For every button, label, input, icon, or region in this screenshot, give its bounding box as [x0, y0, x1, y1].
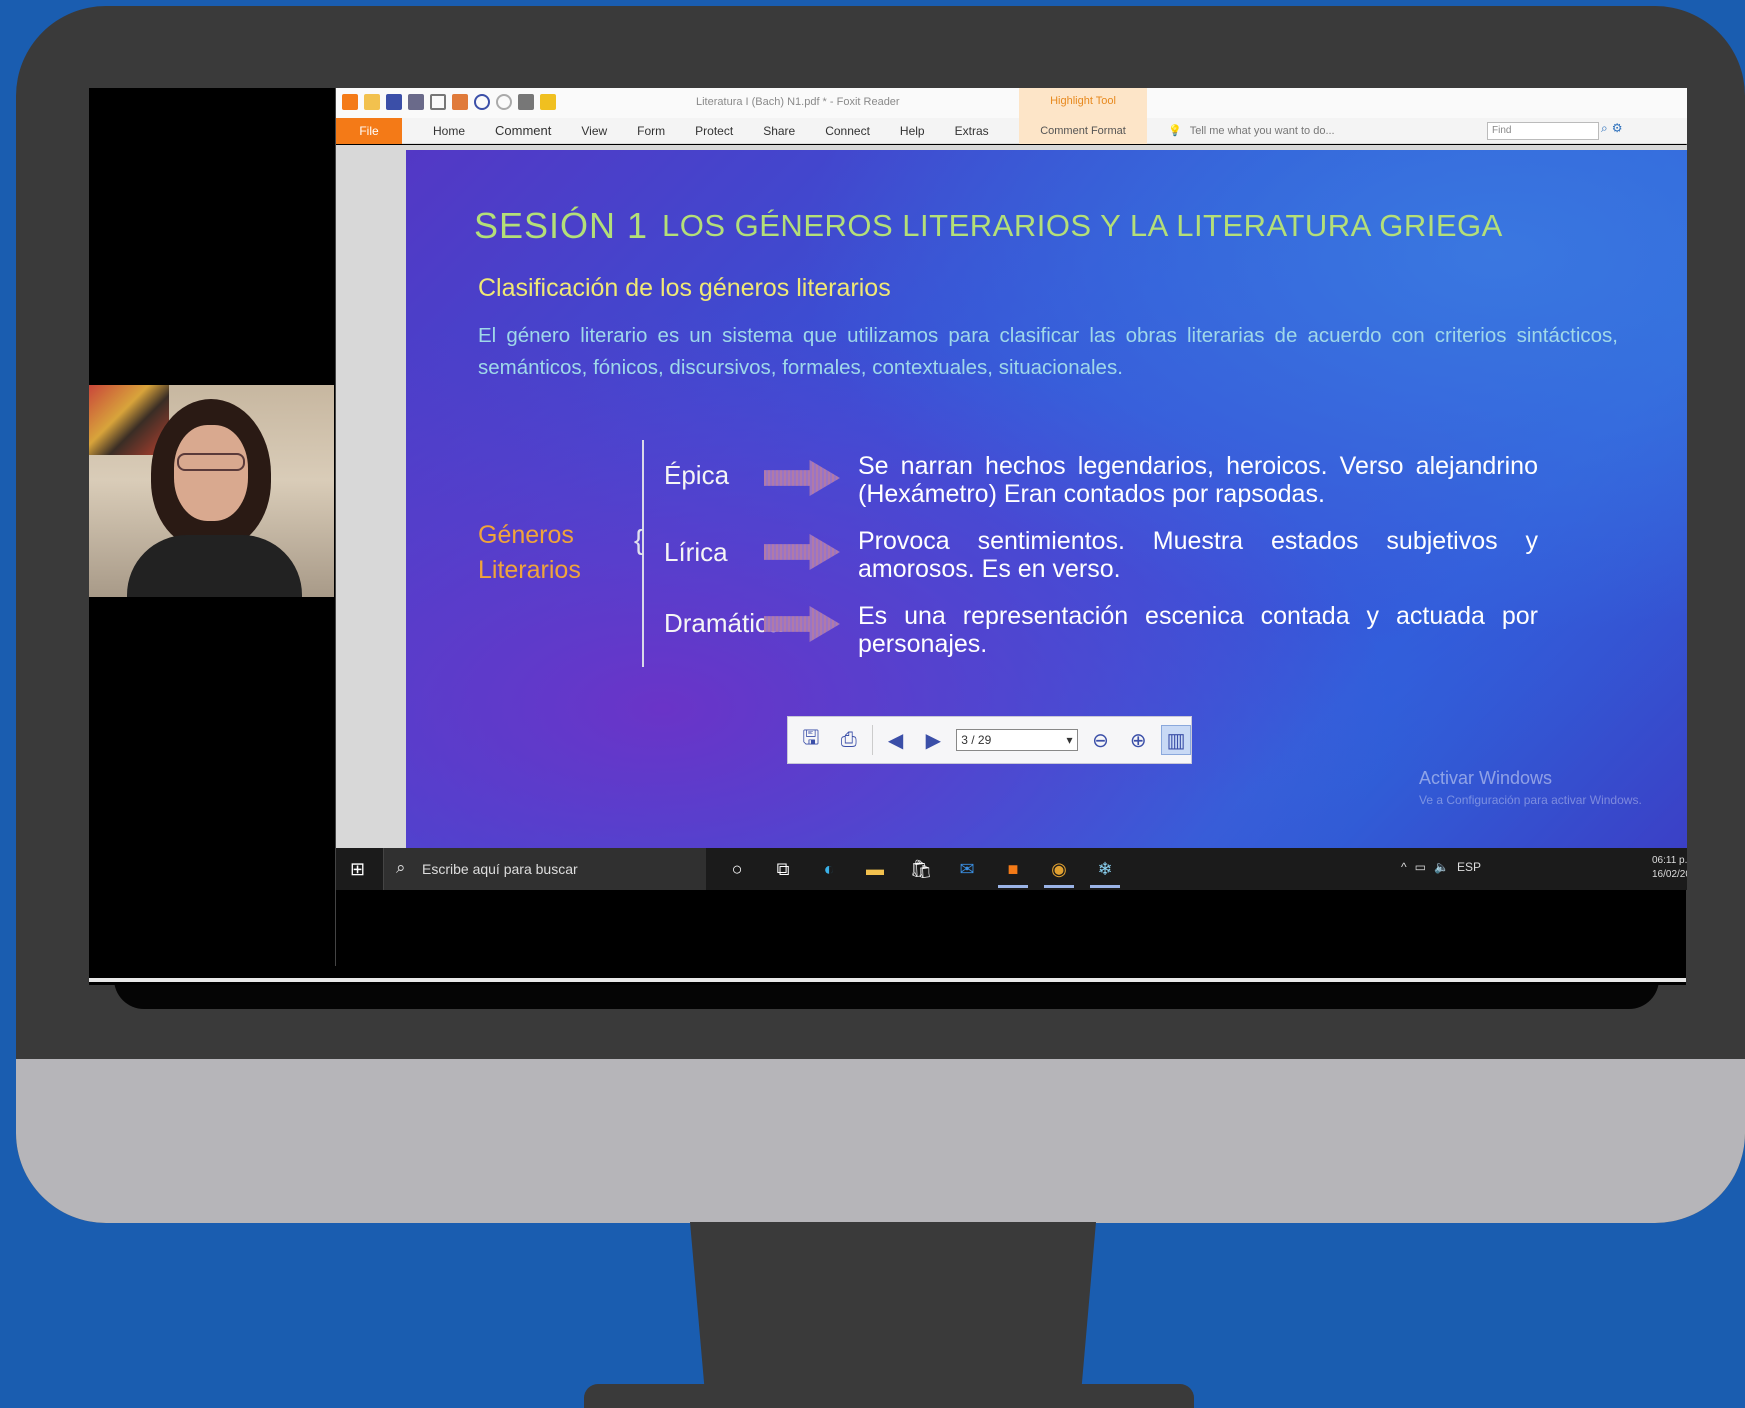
quick-access-icons — [342, 94, 556, 110]
settings-dropdown-icon[interactable]: ⚙ — [1612, 121, 1623, 136]
foxit-reader-window: Literatura I (Bach) N1.pdf * - Foxit Rea… — [335, 88, 1687, 966]
arrow-icon — [764, 534, 840, 570]
tab-protect[interactable]: Protect — [680, 118, 748, 144]
previous-page-icon[interactable]: ◀ — [881, 725, 911, 755]
genre-lirica: Lírica — [664, 537, 728, 567]
slide-paragraph: El género literario es un sistema que ut… — [478, 324, 1618, 379]
chevron-down-icon[interactable]: ▾ — [1067, 730, 1073, 750]
next-page-icon[interactable]: ▶ — [918, 725, 948, 755]
foxit-logo-icon[interactable] — [342, 94, 358, 110]
arrow-icon — [764, 460, 840, 496]
toolbar-separator — [871, 725, 873, 755]
floating-pdf-toolbar: 🖫 ⎙ ◀ ▶ 3 / 29 ▾ ⊖ ⊕ ▥ — [787, 716, 1192, 764]
screenshot-icon[interactable] — [430, 94, 446, 110]
genre-lirica-description: Provoca sentimientos. Muestra estados su… — [858, 527, 1538, 583]
activate-windows-watermark: Activar Windows — [1419, 768, 1553, 788]
windows-start-icon[interactable]: ⊞ — [350, 859, 365, 880]
tab-help[interactable]: Help — [885, 118, 940, 144]
screen-edge-line — [89, 978, 1686, 982]
file-explorer-icon[interactable]: ▬ — [860, 854, 890, 884]
page-number-value: 3 / 29 — [961, 733, 992, 747]
tell-me-text: Tell me what you want to do... — [1189, 125, 1335, 137]
brace-knot: { — [634, 524, 644, 555]
genre-epica: Épica — [664, 460, 730, 490]
redo-icon[interactable] — [496, 94, 512, 110]
taskbar-search-placeholder: Escribe aquí para buscar — [422, 861, 578, 877]
undo-icon[interactable] — [474, 94, 490, 110]
find-input[interactable]: Find — [1487, 122, 1599, 140]
window-title: Literatura I (Bach) N1.pdf * - Foxit Rea… — [696, 96, 900, 108]
page-view-icon[interactable]: ▥ — [1161, 725, 1191, 755]
genre-dramatica-description: Es una representación escenica contada y… — [858, 602, 1538, 658]
hand-tool-icon[interactable] — [452, 94, 468, 110]
edge-browser-icon[interactable]: ◐ — [814, 854, 844, 884]
lightbulb-icon: 💡 — [1168, 125, 1182, 137]
page-number-input[interactable]: 3 / 29 ▾ — [956, 729, 1078, 751]
presenter-glasses — [177, 453, 245, 471]
slide-subtitle: Clasificación de los géneros literarios — [478, 274, 891, 302]
tab-home[interactable]: Home — [418, 118, 480, 144]
tab-form[interactable]: Form — [622, 118, 680, 144]
tell-me-box[interactable]: 💡 Tell me what you want to do... — [1168, 118, 1335, 144]
slide-title: LOS GÉNEROS LITERARIOS Y LA LITERATURA G… — [662, 208, 1503, 243]
tab-comment[interactable]: Comment — [480, 118, 566, 144]
taskbar-apps: ○ ⧉ ◐ ▬ 🛍 ✉ ■ ◉ ❄ — [722, 854, 1120, 888]
open-folder-icon[interactable] — [364, 94, 380, 110]
system-tray: ^ ▭ 🔈 ESP — [1401, 860, 1481, 874]
search-icon[interactable]: ⌕ — [1601, 121, 1608, 136]
tab-connect[interactable]: Connect — [810, 118, 885, 144]
network-icon[interactable]: ▭ — [1415, 860, 1426, 874]
generos-line-2: Literarios — [478, 556, 581, 584]
volume-icon[interactable]: 🔈 — [1434, 860, 1449, 874]
webcam-feed — [89, 385, 334, 597]
ribbon-controls: ⌕ ⚙ — [1601, 121, 1623, 136]
taskbar-search[interactable]: ⌕ Escribe aquí para buscar — [383, 848, 706, 890]
clock-time: 06:11 p. m. — [1652, 855, 1687, 866]
ribbon-tabs-bar: File Home Comment View Form Protect Shar… — [336, 118, 1687, 144]
print-icon[interactable] — [408, 94, 424, 110]
windows-taskbar: ⊞ ⌕ Escribe aquí para buscar ○ ⧉ ◐ ▬ 🛍 ✉… — [336, 848, 1687, 890]
snowflake-app-icon[interactable]: ❄ — [1090, 854, 1120, 888]
task-view-icon[interactable]: ⧉ — [768, 854, 798, 884]
taskbar-clock[interactable]: 06:11 p. m. 16/02/2021 — [1652, 854, 1687, 882]
tab-comment-format[interactable]: Comment Format — [1019, 118, 1147, 144]
search-icon: ⌕ — [396, 858, 406, 877]
chrome-icon[interactable]: ◉ — [1044, 854, 1074, 888]
tab-share[interactable]: Share — [748, 118, 810, 144]
monitor-chin — [16, 1059, 1745, 1223]
ribbon-tabs: Home Comment View Form Protect Share Con… — [418, 118, 1004, 144]
tab-view[interactable]: View — [566, 118, 622, 144]
generos-line-1: Géneros — [478, 521, 574, 549]
highlight-tool-context-tab[interactable]: Highlight Tool — [1019, 88, 1147, 118]
select-tool-icon[interactable] — [518, 94, 534, 110]
monitor-stand-base — [584, 1384, 1194, 1408]
zoom-out-icon[interactable]: ⊖ — [1086, 725, 1116, 755]
mail-icon[interactable]: ✉ — [952, 854, 982, 884]
print-icon[interactable]: ⎙ — [834, 725, 864, 755]
save-icon[interactable]: 🖫 — [796, 725, 826, 755]
store-icon[interactable]: 🛍 — [906, 854, 936, 884]
chevron-up-icon[interactable]: ^ — [1401, 860, 1407, 874]
text-highlight-icon[interactable] — [540, 94, 556, 110]
language-indicator[interactable]: ESP — [1457, 860, 1481, 874]
save-icon[interactable] — [386, 94, 402, 110]
monitor-stand — [690, 1222, 1096, 1408]
clock-date: 16/02/2021 — [1652, 869, 1687, 880]
activate-windows-subtext: Ve a Configuración para activar Windows. — [1419, 793, 1642, 807]
pdf-page-slide: SESIÓN 1 LOS GÉNEROS LITERARIOS Y LA LIT… — [406, 150, 1687, 848]
generos-literarios-label: Géneros Literarios — [478, 518, 581, 588]
zoom-in-icon[interactable]: ⊕ — [1123, 725, 1153, 755]
presenter-face — [174, 425, 248, 521]
presenter-body — [127, 535, 302, 597]
cortana-icon[interactable]: ○ — [722, 854, 752, 884]
quick-access-toolbar: Literatura I (Bach) N1.pdf * - Foxit Rea… — [336, 88, 1687, 118]
genre-epica-description: Se narran hechos legendarios, heroicos. … — [858, 452, 1538, 508]
foxit-reader-taskbar-icon[interactable]: ■ — [998, 854, 1028, 888]
tab-file[interactable]: File — [336, 118, 402, 144]
session-label: SESIÓN 1 — [474, 205, 649, 246]
tab-extras[interactable]: Extras — [940, 118, 1004, 144]
